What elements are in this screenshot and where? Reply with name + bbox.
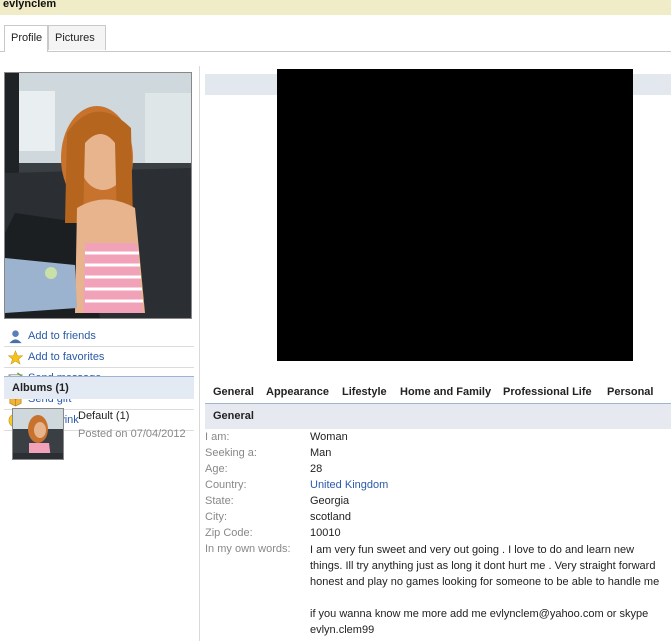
field-label: Seeking a: [205, 447, 257, 459]
own-words-contact: if you wanna know me more add me evlyncl… [310, 608, 649, 636]
tab-profile[interactable]: Profile [4, 25, 48, 52]
star-icon [8, 350, 23, 365]
section-tab-appearance[interactable]: Appearance [266, 386, 329, 398]
field-label: Zip Code: [205, 527, 253, 539]
profile-username: evlynclem [3, 0, 57, 10]
top-bar: evlynclem [0, 0, 671, 15]
own-words-label: In my own words: [205, 543, 291, 555]
field-value: Man [310, 447, 332, 459]
album-name[interactable]: Default (1) [78, 410, 129, 422]
country-link[interactable]: United Kingdom [310, 479, 388, 491]
section-tab-home-and-family[interactable]: Home and Family [400, 386, 491, 398]
own-words-paragraph: I am very fun sweet and very out going .… [310, 544, 660, 588]
section-tab-personal[interactable]: Personal [607, 386, 653, 398]
field-label: I am: [205, 431, 230, 443]
field-value: 28 [310, 463, 323, 475]
field-value: 10010 [310, 527, 341, 539]
general-section-heading: General [205, 403, 671, 429]
section-tab-professional-life[interactable]: Professional Life [503, 386, 592, 398]
album-thumbnail[interactable] [12, 408, 64, 460]
tab-pictures[interactable]: Pictures [48, 25, 106, 50]
album-posted-date: Posted on 07/04/2012 [78, 428, 186, 440]
field-value: Georgia [310, 495, 350, 507]
sidebar: Add to friends Add to favorites Send mes… [0, 66, 200, 641]
field-value: scotland [310, 511, 351, 523]
albums-heading: Albums (1) [4, 376, 194, 399]
field-label: State: [205, 495, 234, 507]
field-value: Woman [310, 431, 348, 443]
own-words-text: I am very fun sweet and very out going .… [310, 542, 668, 638]
field-label: Age: [205, 463, 228, 475]
section-tab-general[interactable]: General [213, 386, 254, 398]
tab-bar: Profile Pictures [0, 25, 671, 52]
add-to-favorites-label: Add to favorites [28, 351, 105, 363]
add-to-friends-button[interactable]: Add to friends [4, 326, 194, 347]
profile-photo[interactable] [4, 72, 192, 319]
person-icon [9, 330, 22, 344]
field-label: Country: [205, 479, 247, 491]
add-to-friends-label: Add to friends [28, 330, 96, 342]
field-label: City: [205, 511, 227, 523]
video-player[interactable] [277, 69, 633, 361]
add-to-favorites-button[interactable]: Add to favorites [4, 347, 194, 368]
section-tab-lifestyle[interactable]: Lifestyle [342, 386, 387, 398]
